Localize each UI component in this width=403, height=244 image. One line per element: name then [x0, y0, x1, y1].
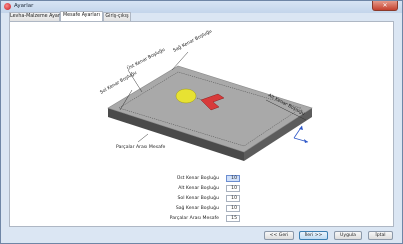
window-title: Ayarlar: [14, 3, 34, 9]
left-margin-field-label: Sol Kenar Boşluğu: [177, 196, 219, 201]
next-button[interactable]: İleri >>: [299, 231, 328, 240]
right-margin-field-label: Sağ Kenar Boşluğu: [175, 206, 219, 211]
part-gap-field-label: Parçalar Arası Mesafe: [169, 216, 219, 221]
bottom-margin-field-label: Alt Kenar Boşluğu: [178, 186, 219, 191]
circle-part: [175, 88, 197, 104]
back-button[interactable]: << Geri: [264, 231, 294, 240]
close-button[interactable]: ✕: [372, 1, 398, 11]
right-margin-label: Sağ Kenar Boşluğu: [172, 30, 213, 54]
distance-diagram: Üst Kenar Boşluğu Sağ Kenar Boşluğu Sol …: [99, 30, 313, 161]
settings-window: Ayarlar ✕ Levha-Malzeme Ayarı Mesafe Aya…: [0, 0, 403, 244]
apply-button[interactable]: Uygula: [334, 231, 362, 240]
part-gap-pointer: [137, 133, 149, 143]
axis-indicator-icon: [293, 125, 309, 143]
left-margin-label: Sol Kenar Boşluğu: [99, 69, 139, 96]
top-margin-field-label: Üst Kenar Boşluğu: [176, 176, 219, 181]
part-gap-input[interactable]: 15: [226, 215, 240, 222]
right-margin-input[interactable]: 10: [226, 205, 240, 212]
app-icon: [4, 3, 11, 10]
mesafe-ayarlari-panel: Üst Kenar Boşluğu Sağ Kenar Boşluğu Sol …: [9, 21, 394, 227]
tab-giris-cikis[interactable]: Giriş-çıkış: [103, 12, 131, 21]
axis-x-arrow: [304, 139, 308, 143]
tab-mesafe-ayarlari[interactable]: Mesafe Ayarları: [60, 11, 103, 21]
cancel-button[interactable]: İptal: [368, 231, 393, 240]
left-margin-input[interactable]: 10: [226, 195, 240, 202]
tab-levha-malzeme[interactable]: Levha-Malzeme Ayarı: [9, 12, 61, 21]
top-margin-input[interactable]: 10: [226, 175, 240, 182]
bottom-margin-input[interactable]: 10: [226, 185, 240, 192]
part-gap-label: Parçalar Arası Mesafe: [116, 144, 166, 150]
top-margin-label: Üst Kenar Boşluğu: [126, 46, 167, 72]
